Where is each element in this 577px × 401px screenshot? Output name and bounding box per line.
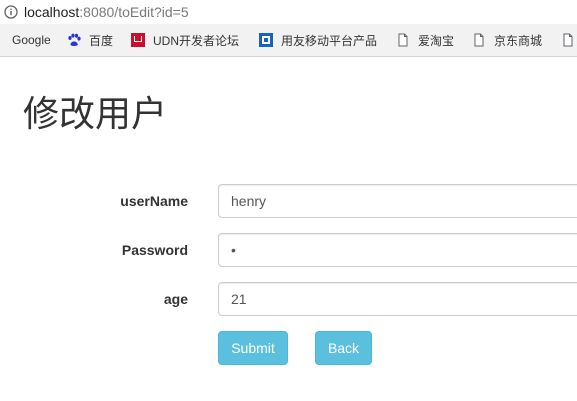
username-input[interactable] (218, 184, 577, 218)
bookmark-label: UDN开发者论坛 (153, 33, 239, 48)
bookmark-label: 用友移动平台产品 (281, 33, 378, 48)
bookmark-label: Google (12, 33, 51, 47)
info-icon[interactable] (4, 5, 18, 19)
browser-window: localhost:8080/toEdit?id=5 Google 百度 UDN… (0, 0, 577, 401)
age-input[interactable] (218, 282, 577, 316)
password-label: Password (121, 242, 188, 258)
bookmark-yonyou[interactable]: 用友移动平台产品 (259, 24, 377, 56)
bookmark-baidu[interactable]: 百度 (67, 24, 113, 56)
baidu-paw-icon (68, 33, 81, 46)
age-label: age (163, 291, 188, 307)
bookmark-udn[interactable]: UDN开发者论坛 (131, 24, 239, 56)
page-icon (563, 33, 573, 47)
bookmark-aitaobao[interactable]: 爱淘宝 (396, 24, 454, 56)
bookmark-more[interactable] (561, 24, 577, 56)
url-path[interactable]: :8080/toEdit?id=5 (79, 4, 188, 20)
password-input[interactable] (218, 233, 577, 267)
url-host[interactable]: localhost (24, 4, 79, 20)
page-icon (474, 33, 484, 47)
udn-icon (131, 33, 145, 47)
back-button[interactable]: Back (315, 331, 372, 365)
address-bar[interactable]: localhost:8080/toEdit?id=5 (0, 0, 577, 24)
username-label: userName (120, 193, 188, 209)
bookmark-label: 百度 (89, 33, 114, 48)
bookmarks-bar: Google 百度 UDN开发者论坛 用友移动平台产品 爱淘宝 京东商城 (0, 24, 577, 57)
submit-button[interactable]: Submit (218, 331, 288, 365)
page-title: 修改用户 (23, 93, 168, 134)
page-icon (398, 33, 408, 47)
bookmark-label: 爱淘宝 (418, 33, 455, 48)
yonyou-icon (259, 33, 273, 47)
bookmark-jd[interactable]: 京东商城 (472, 24, 542, 56)
bookmark-google[interactable]: Google (12, 24, 51, 56)
bookmark-label: 京东商城 (494, 33, 543, 48)
